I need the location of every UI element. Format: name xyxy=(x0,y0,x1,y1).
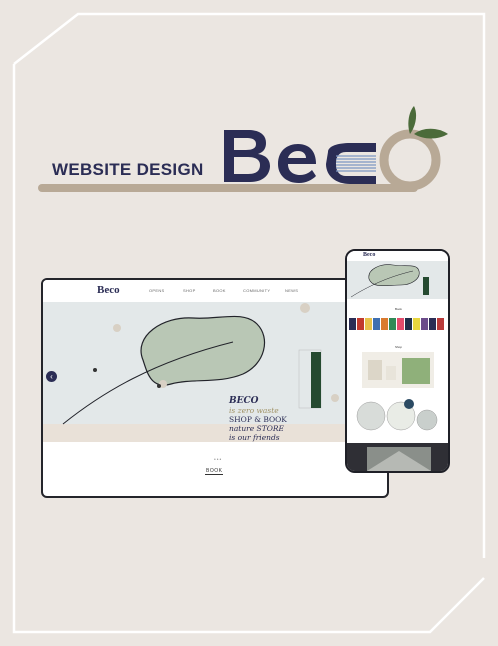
hero-line-5: is our friends xyxy=(229,433,280,442)
book-cover[interactable] xyxy=(421,318,428,330)
desktop-navbar: Beco OPENS SHOP BOOK COMMUNITY NEWS xyxy=(43,280,387,303)
book-cover[interactable] xyxy=(397,318,404,330)
book-cover[interactable] xyxy=(365,318,372,330)
beco-logo xyxy=(224,106,448,191)
news-photo xyxy=(367,447,431,471)
book-cover[interactable] xyxy=(373,318,380,330)
hero-text: BECO is zero waste SHOP & BOOK nature ST… xyxy=(229,396,287,442)
carousel-prev-button[interactable]: ‹ xyxy=(46,371,57,382)
phone-hero-leaf xyxy=(350,264,429,298)
hero-line-3: SHOP & BOOK xyxy=(229,415,287,424)
phone-navbar: Beco xyxy=(347,251,448,261)
nav-item-opens[interactable]: OPENS xyxy=(149,288,165,293)
hero-banner: BECO is zero waste SHOP & BOOK nature ST… xyxy=(43,302,387,463)
phone-book-label: Book xyxy=(395,307,402,311)
book-section-label[interactable]: BOOK xyxy=(205,468,224,475)
book-cover[interactable] xyxy=(381,318,388,330)
nav-item-community[interactable]: COMMUNITY xyxy=(243,288,270,293)
book-cover[interactable] xyxy=(389,318,396,330)
book-cover[interactable] xyxy=(357,318,364,330)
phone-shop-label: Shop xyxy=(395,345,403,349)
community-circles xyxy=(356,399,438,431)
carousel-dots[interactable]: ••• xyxy=(214,457,222,463)
hero-line-2: is zero waste xyxy=(229,406,279,415)
phone-news-section[interactable] xyxy=(347,443,448,471)
book-cover[interactable] xyxy=(413,318,420,330)
nav-item-news[interactable]: NEWS xyxy=(285,288,298,293)
page-title: WEBSITE DESIGN xyxy=(52,160,204,179)
phone-community-collage[interactable] xyxy=(353,396,441,436)
nav-item-book[interactable]: BOOK xyxy=(213,288,226,293)
book-cover[interactable] xyxy=(437,318,444,330)
phone-logo[interactable]: Beco xyxy=(363,252,375,258)
phone-hero xyxy=(347,261,448,299)
phone-book-strip xyxy=(349,318,444,330)
book-cover[interactable] xyxy=(429,318,436,330)
phone-shop-image[interactable] xyxy=(362,352,434,388)
book-cover[interactable] xyxy=(349,318,356,330)
hero-line-4: nature STORE xyxy=(229,424,284,433)
nav-item-shop[interactable]: SHOP xyxy=(183,288,196,293)
desktop-logo[interactable]: Beco xyxy=(97,284,120,296)
hero-leaf-illustration xyxy=(62,303,339,425)
hero-line-1: BECO xyxy=(229,396,259,406)
book-cover[interactable] xyxy=(405,318,412,330)
desktop-mockup: Beco OPENS SHOP BOOK COMMUNITY NEWS BECO xyxy=(41,278,389,498)
shop-products-image xyxy=(368,358,430,384)
phone-mockup: Beco Book Shop xyxy=(345,249,450,473)
